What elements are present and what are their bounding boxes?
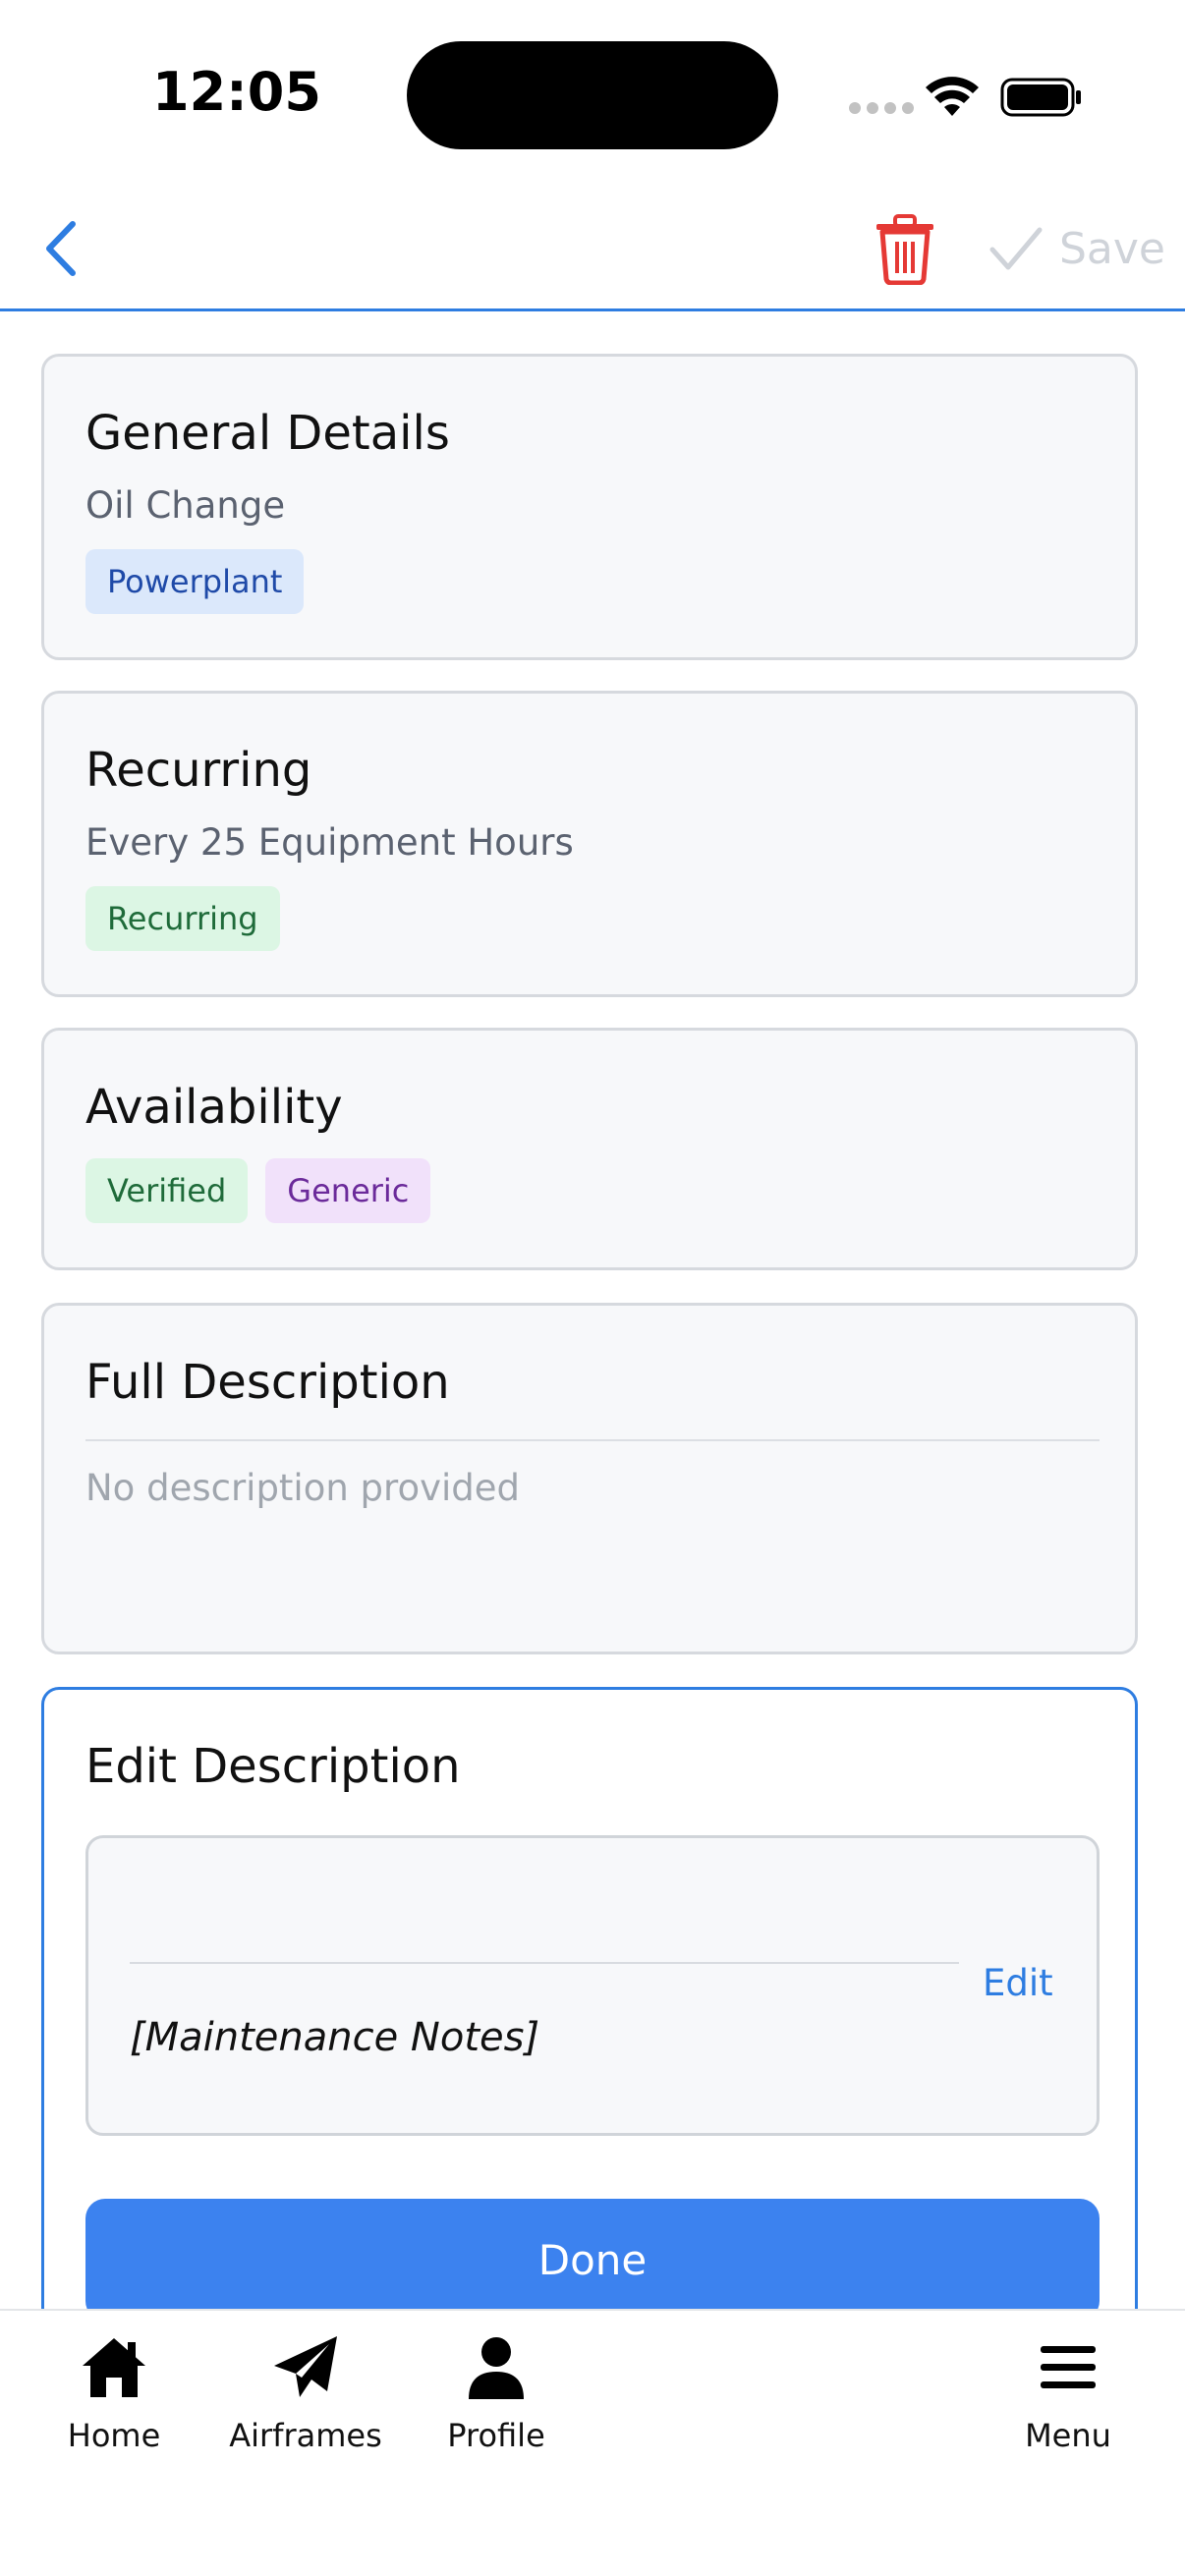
tab-menu[interactable]: Menu bbox=[980, 2332, 1157, 2490]
maintenance-notes-text: [Maintenance Notes] bbox=[130, 2015, 540, 2060]
tab-airframes[interactable]: Airframes bbox=[217, 2332, 394, 2490]
card-title: Edit Description bbox=[85, 1739, 461, 1794]
tab-bar: Home Airframes Profile Menu bbox=[0, 2309, 1185, 2576]
card-subtitle: Oil Change bbox=[85, 484, 286, 527]
chevron-left-icon bbox=[46, 221, 76, 276]
tab-label: Menu bbox=[1025, 2417, 1111, 2454]
house-icon bbox=[83, 2338, 145, 2397]
tab-label: Airframes bbox=[229, 2417, 382, 2454]
tab-profile[interactable]: Profile bbox=[408, 2332, 585, 2490]
checkmark-icon bbox=[989, 227, 1043, 270]
signal-icon bbox=[849, 102, 914, 114]
availability-card: Availability Verified Generic bbox=[41, 1028, 1138, 1270]
description-editor[interactable]: Edit [Maintenance Notes] bbox=[85, 1835, 1100, 2136]
wifi-icon bbox=[926, 77, 979, 116]
tab-label: Home bbox=[67, 2417, 161, 2454]
back-button[interactable] bbox=[29, 214, 98, 283]
status-bar: 12:05 bbox=[0, 0, 1185, 187]
edit-link[interactable]: Edit bbox=[983, 1962, 1053, 2004]
recurring-card: Recurring Every 25 Equipment Hours Recur… bbox=[41, 691, 1138, 997]
card-title: Recurring bbox=[85, 743, 312, 798]
badge-row: Powerplant bbox=[85, 549, 321, 614]
nav-header: Save bbox=[0, 187, 1185, 311]
divider bbox=[85, 1439, 1100, 1441]
card-title: Full Description bbox=[85, 1355, 450, 1410]
full-description-card: Full Description No description provided bbox=[41, 1303, 1138, 1654]
person-icon bbox=[469, 2337, 524, 2399]
category-badge: Powerplant bbox=[85, 549, 305, 614]
menu-icon bbox=[1041, 2346, 1096, 2388]
badge-row: Recurring bbox=[85, 886, 298, 951]
save-button[interactable]: Save bbox=[988, 214, 1165, 283]
delete-button[interactable] bbox=[873, 212, 937, 286]
tab-label: Profile bbox=[447, 2417, 545, 2454]
editor-divider bbox=[130, 1962, 959, 1964]
card-title: General Details bbox=[85, 406, 450, 461]
status-time: 12:05 bbox=[152, 61, 321, 123]
done-button[interactable]: Done bbox=[85, 2199, 1100, 2321]
trash-icon bbox=[876, 214, 933, 286]
card-subtitle: Every 25 Equipment Hours bbox=[85, 821, 574, 864]
general-details-card: General Details Oil Change Powerplant bbox=[41, 354, 1138, 660]
recurring-badge: Recurring bbox=[85, 886, 280, 951]
dynamic-island bbox=[407, 41, 778, 149]
paper-plane-icon bbox=[274, 2336, 337, 2397]
verified-badge: Verified bbox=[85, 1158, 249, 1223]
description-text: No description provided bbox=[85, 1467, 520, 1509]
save-label: Save bbox=[1059, 223, 1166, 274]
screen: 12:05 Save General Details Oil Change Po… bbox=[0, 0, 1185, 2576]
generic-badge: Generic bbox=[265, 1158, 431, 1223]
badge-row: Verified Generic bbox=[85, 1158, 448, 1223]
edit-description-card: Edit Description Edit [Maintenance Notes… bbox=[41, 1687, 1138, 2375]
tab-home[interactable]: Home bbox=[26, 2332, 202, 2490]
battery-icon bbox=[1000, 78, 1081, 117]
card-title: Availability bbox=[85, 1080, 343, 1135]
